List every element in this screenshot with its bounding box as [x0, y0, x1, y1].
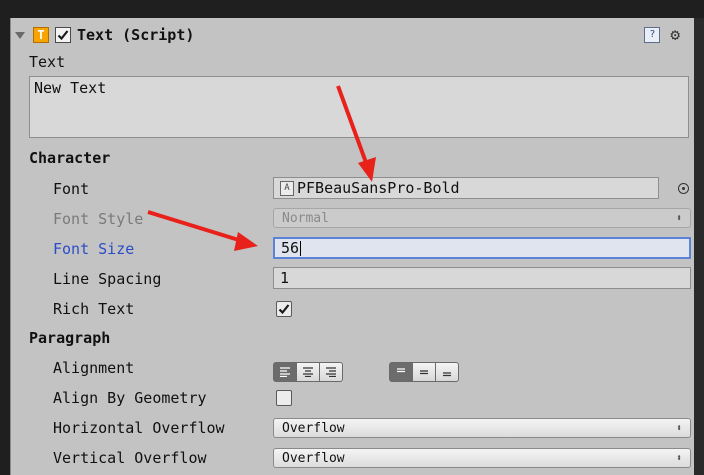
annotation-arrows: [147, 85, 376, 251]
arrow-to-font-icon: [336, 85, 376, 182]
inspector-window: T Text (Script) ? ⚙ Text New Text Charac…: [0, 0, 704, 475]
arrow-to-font-size-icon: [147, 210, 258, 251]
